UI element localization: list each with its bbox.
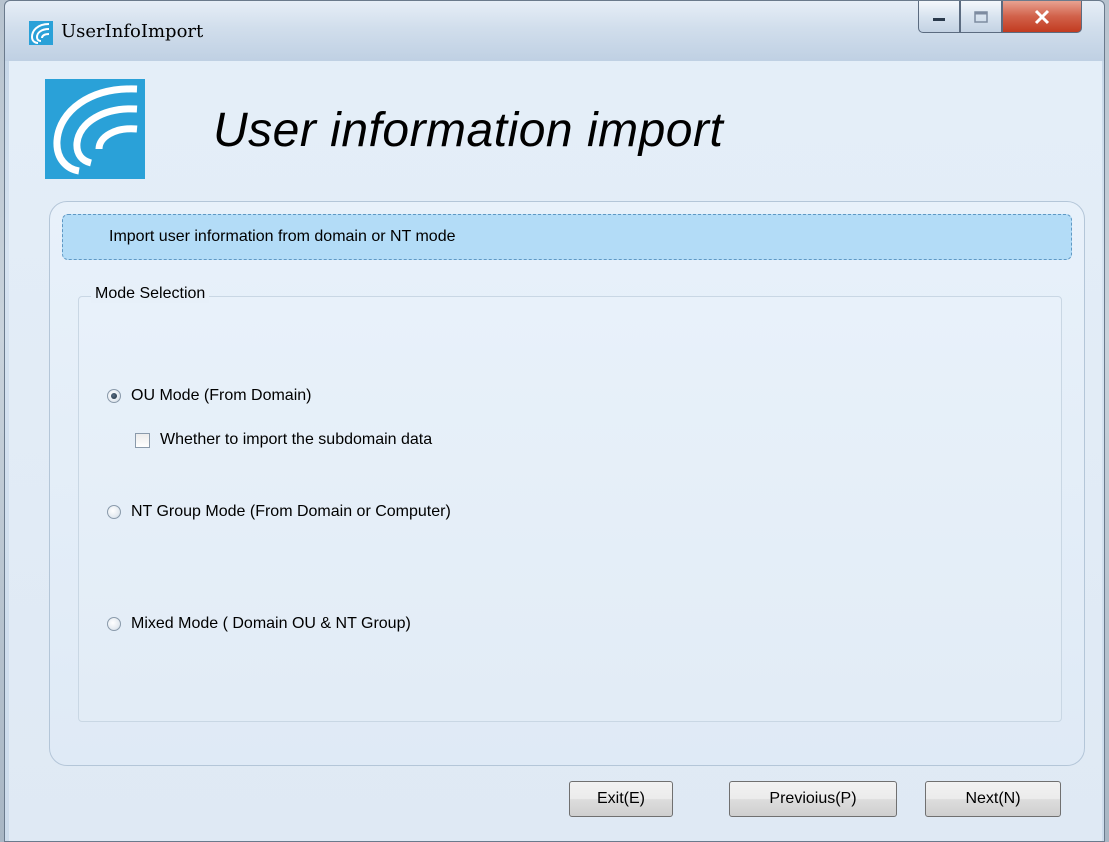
radio-mixed-mode[interactable]: Mixed Mode ( Domain OU & NT Group)	[107, 615, 411, 633]
close-button[interactable]	[1002, 1, 1082, 33]
previous-button[interactable]: Previoius(P)	[729, 781, 897, 817]
minimize-button[interactable]	[918, 1, 960, 33]
exit-button[interactable]: Exit(E)	[569, 781, 673, 817]
content-panel: Import user information from domain or N…	[49, 201, 1085, 766]
mode-selection-group: Mode Selection OU Mode (From Domain) Whe…	[78, 285, 1062, 722]
radio-button[interactable]	[107, 505, 121, 519]
next-button[interactable]: Next(N)	[925, 781, 1061, 817]
radio-mixed-mode-label: Mixed Mode ( Domain OU & NT Group)	[131, 615, 411, 632]
maximize-icon	[974, 10, 988, 23]
app-window: UserInfoImport User information import I…	[4, 0, 1105, 842]
subdomain-checkbox[interactable]: Whether to import the subdomain data	[135, 431, 432, 449]
mode-selection-legend: Mode Selection	[91, 285, 210, 303]
radio-nt-group-mode-label: NT Group Mode (From Domain or Computer)	[131, 503, 451, 520]
header: User information import	[9, 61, 1102, 191]
close-icon	[1034, 9, 1050, 24]
radio-button[interactable]	[107, 617, 121, 631]
window-title: UserInfoImport	[61, 21, 204, 42]
client-area: User information import Import user info…	[9, 61, 1102, 841]
info-banner: Import user information from domain or N…	[62, 214, 1072, 260]
title-bar[interactable]: UserInfoImport	[5, 1, 1104, 61]
radio-ou-mode[interactable]: OU Mode (From Domain)	[107, 387, 311, 405]
radio-nt-group-mode[interactable]: NT Group Mode (From Domain or Computer)	[107, 503, 451, 521]
subdomain-checkbox-label: Whether to import the subdomain data	[160, 431, 433, 448]
radio-button-checked[interactable]	[107, 389, 121, 403]
page-heading: User information import	[213, 104, 724, 157]
checkbox-box[interactable]	[135, 432, 150, 448]
maximize-button[interactable]	[960, 1, 1002, 33]
minimize-icon	[933, 17, 945, 21]
radio-ou-mode-label: OU Mode (From Domain)	[131, 387, 312, 404]
product-logo-icon	[45, 79, 145, 179]
window-controls	[918, 1, 1082, 35]
app-icon	[29, 21, 53, 45]
